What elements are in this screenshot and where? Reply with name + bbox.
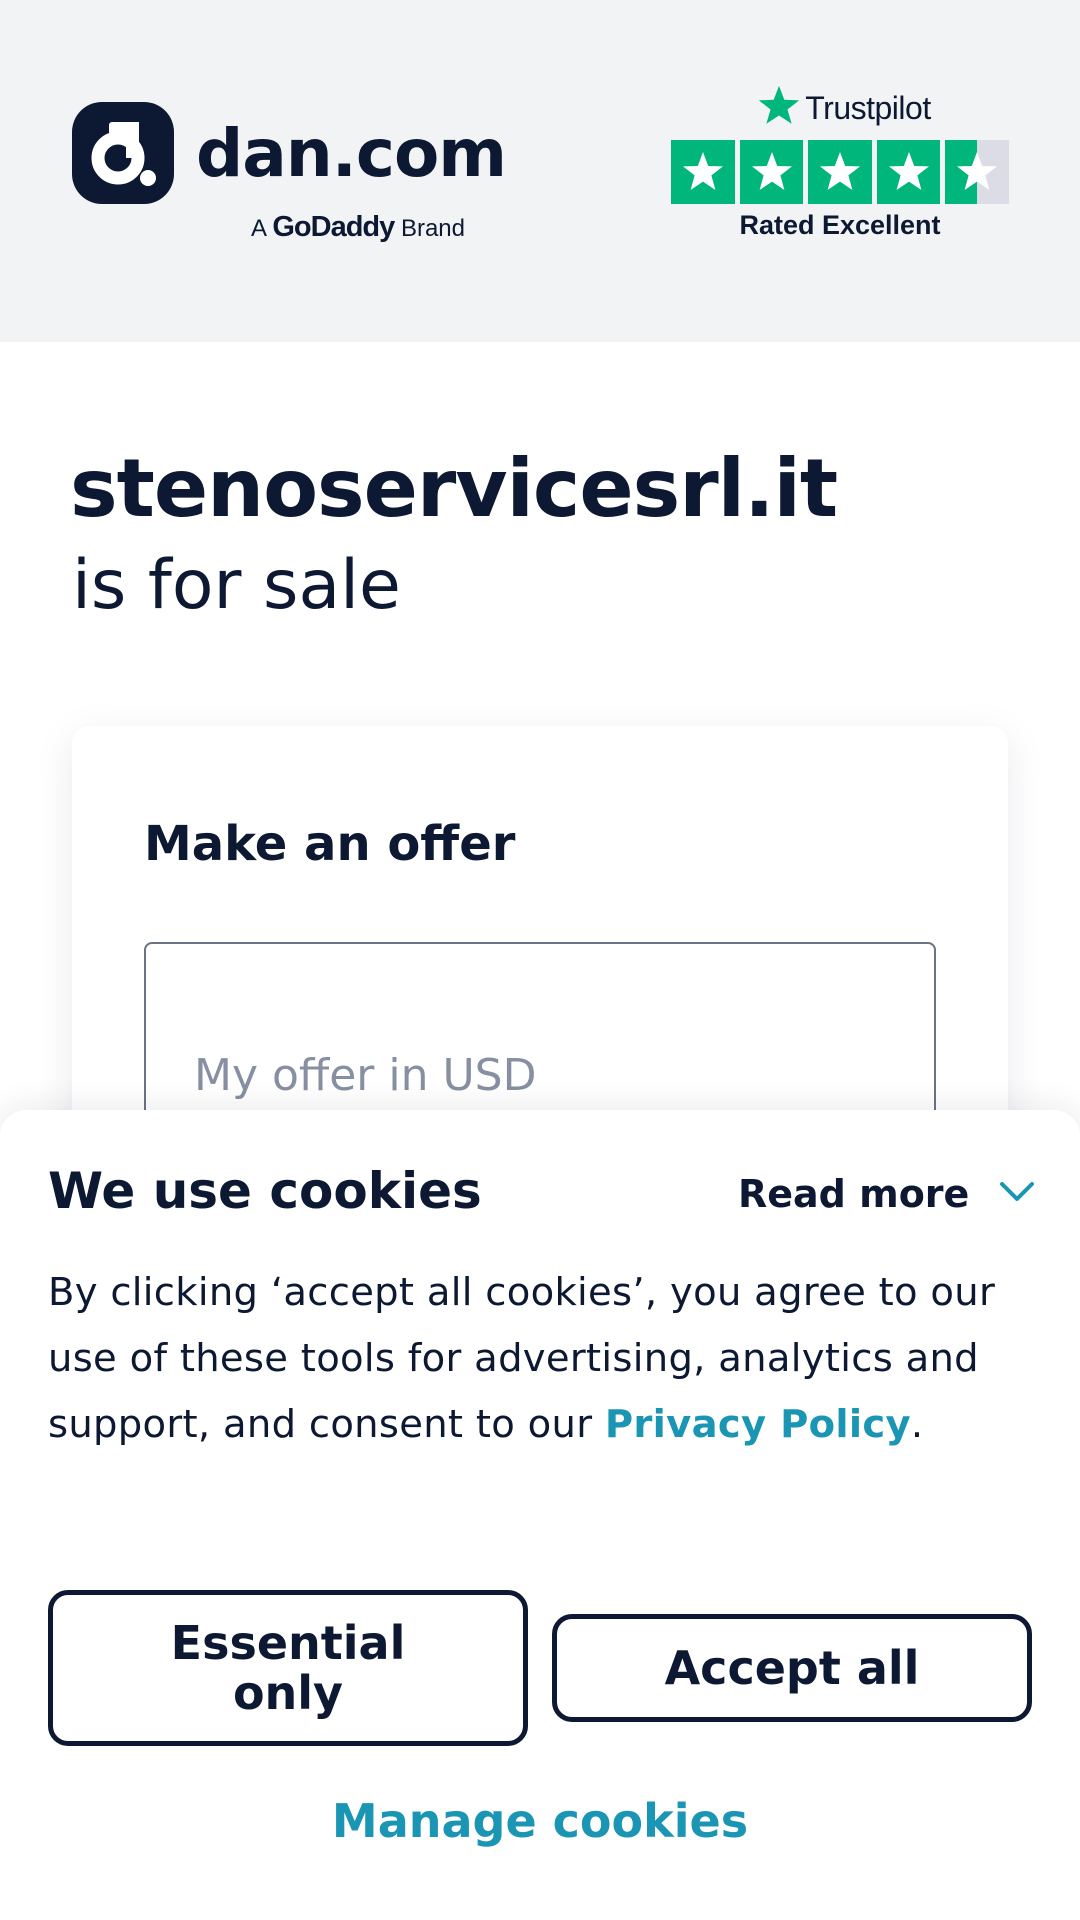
trustpilot-rating-text: Rated Excellent: [739, 210, 941, 240]
star-icon: [671, 140, 735, 204]
godaddy-brand-tagline: A GoDaddy Brand: [251, 211, 465, 244]
for-sale-subtitle: is for sale: [72, 546, 401, 625]
half-star-icon: [945, 140, 1009, 204]
essential-only-button[interactable]: Essential only: [48, 1590, 528, 1746]
accept-all-button[interactable]: Accept all: [552, 1614, 1032, 1722]
header: dan.com A GoDaddy Brand Trustpilot Rated…: [0, 0, 1080, 342]
logo-wordmark: dan.com: [196, 114, 507, 192]
chevron-down-icon: [969, 1181, 1035, 1207]
domain-name: stenoservicesrl.it: [70, 442, 838, 535]
godaddy-wordmark: GoDaddy: [272, 211, 395, 243]
trustpilot-rating-stars: [671, 140, 1009, 204]
offer-title: Make an offer: [144, 816, 516, 872]
brand-suffix: Brand: [400, 215, 465, 242]
read-more-toggle[interactable]: Read more: [738, 1172, 1035, 1216]
cookie-banner: We use cookies Read more By clicking ‘ac…: [0, 1110, 1080, 1920]
trustpilot-widget[interactable]: Trustpilot Rated Excellent: [671, 84, 1009, 241]
dan-logo[interactable]: dan.com: [72, 102, 507, 204]
manage-cookies-link[interactable]: Manage cookies: [0, 1794, 1080, 1848]
read-more-label: Read more: [738, 1172, 970, 1216]
trustpilot-star-icon: [757, 84, 801, 132]
cookie-title: We use cookies: [48, 1162, 482, 1220]
star-icon: [876, 140, 941, 204]
star-icon: [808, 140, 872, 204]
star-icon: [739, 140, 804, 204]
privacy-policy-link[interactable]: Privacy Policy: [605, 1402, 911, 1447]
trustpilot-name: Trustpilot: [805, 89, 931, 126]
dan-logo-icon: [72, 102, 174, 204]
cookie-description: By clicking ‘accept all cookies’, you ag…: [48, 1260, 1038, 1458]
cookie-description-end: .: [910, 1402, 924, 1447]
brand-prefix: A: [251, 215, 266, 242]
trustpilot-brand: Trustpilot: [679, 84, 1009, 132]
